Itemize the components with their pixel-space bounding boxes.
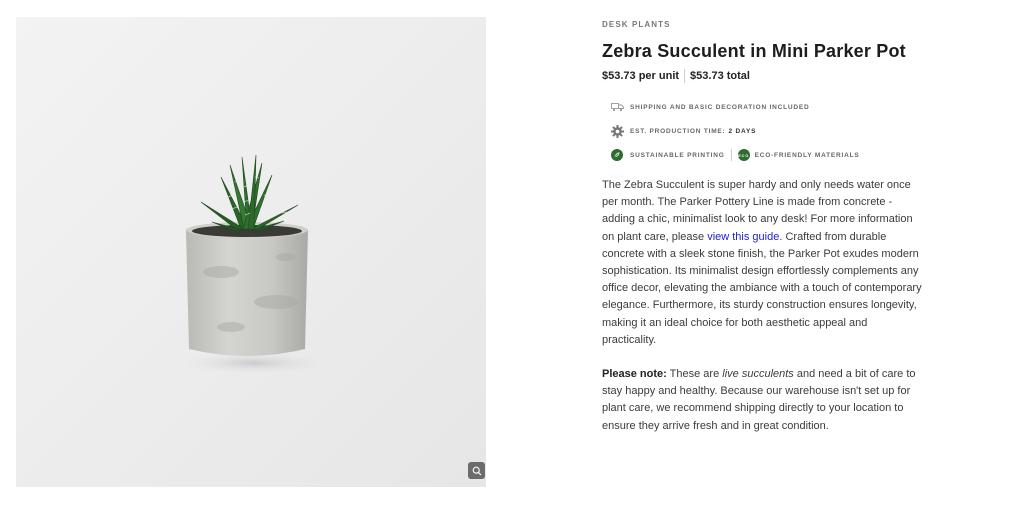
price-row: $53.73 per unit $53.73 total — [602, 69, 924, 83]
care-note: Please note: These are live succulents a… — [602, 366, 924, 435]
care-note-label: Please note: — [602, 368, 667, 381]
zoom-button[interactable] — [468, 462, 485, 479]
feature-sustainability: SUSTAINABLE PRINTING ECO ECO-FRIENDLY MA… — [610, 143, 924, 167]
care-note-emphasis: live succulents — [722, 368, 794, 381]
product-title: Zebra Succulent in Mini Parker Pot — [602, 41, 906, 61]
feature-list: SHIPPING AND BASIC DECORATION INCLUDED E… — [610, 95, 924, 167]
feature-eco-text: ECO-FRIENDLY MATERIALS — [754, 151, 860, 159]
product-image[interactable] — [16, 17, 486, 487]
truck-icon — [610, 100, 624, 114]
feature-production: EST. PRODUCTION TIME: 2 DAYS — [610, 119, 924, 143]
feature-shipping: SHIPPING AND BASIC DECORATION INCLUDED — [610, 95, 924, 119]
unit-price: $53.73 per unit — [602, 70, 680, 82]
feature-sustainable-text: SUSTAINABLE PRINTING — [630, 151, 725, 159]
total-price: $53.73 total — [690, 70, 750, 82]
gear-icon — [610, 124, 624, 138]
magnifier-icon — [472, 466, 481, 475]
care-guide-link[interactable]: view this guide — [707, 231, 779, 243]
feature-divider — [730, 149, 732, 161]
succulent-pot-image — [176, 154, 332, 375]
leaf-icon — [610, 148, 624, 162]
price-divider — [684, 69, 686, 83]
feature-production-label: EST. PRODUCTION TIME: — [630, 127, 726, 135]
product-description: The Zebra Succulent is super hardy and o… — [602, 177, 924, 349]
description-part2: . Crafted from durable concrete with a s… — [602, 230, 922, 346]
feature-production-value: 2 DAYS — [728, 127, 757, 135]
eco-badge-icon: ECO — [737, 149, 750, 161]
product-category[interactable]: DESK PLANTS — [602, 20, 924, 32]
product-details: DESK PLANTS Zebra Succulent in Mini Park… — [602, 20, 924, 435]
care-note-pre: These are — [666, 368, 723, 381]
feature-shipping-text: SHIPPING AND BASIC DECORATION INCLUDED — [630, 103, 810, 111]
